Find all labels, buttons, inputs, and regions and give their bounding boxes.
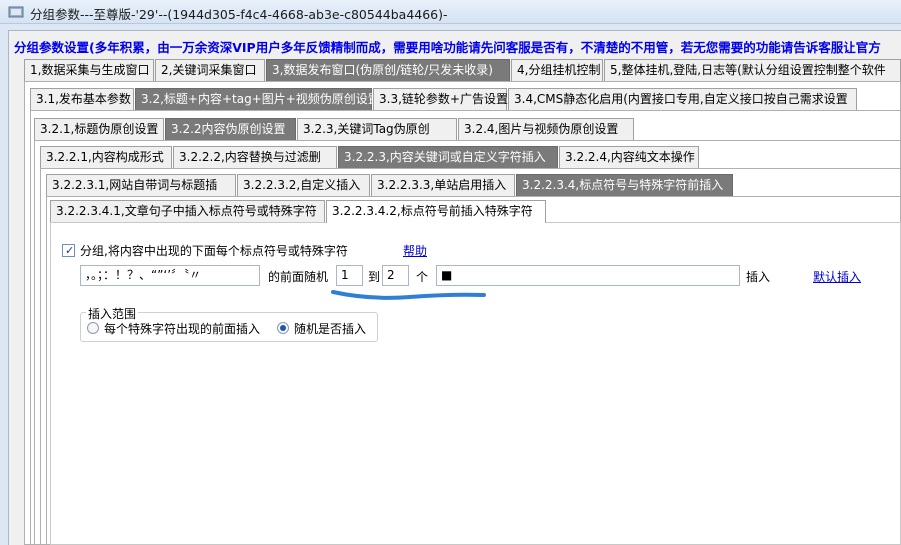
punctuation-input[interactable]: ，。；：！？、“”‘’〞〝〃: [80, 265, 260, 286]
tab-content-replace-filter[interactable]: 3.2.2.2,内容替换与过滤删: [173, 146, 337, 168]
tab-custom-insert[interactable]: 3.2.2.3.2,自定义插入: [237, 174, 370, 196]
tab-site-words-title-insert[interactable]: 3.2.2.3.1,网站自带词与标题插: [46, 174, 236, 196]
tab-keyword-tag-pseudo[interactable]: 3.2.3,关键词Tag伪原创: [297, 118, 457, 140]
insert-label: 插入: [746, 270, 771, 284]
tabs-level-3: 3.2.1,标题伪原创设置 3.2.2内容伪原创设置 3.2.3,关键词Tag伪…: [34, 118, 634, 140]
tab-plain-text-ops[interactable]: 3.2.2.4,内容纯文本操作: [559, 146, 699, 168]
app-icon: [8, 6, 24, 18]
tab-title-content-pseudo[interactable]: 3.2,标题+内容+tag+图片+视频伪原创设置: [135, 88, 380, 110]
tab-cms-static[interactable]: 3.4,CMS静态化启用(内置接口专用,自定义接口按自己需求设置: [508, 88, 857, 110]
title-bar: 分组参数---至尊版-'29'--(1944d305-f4c4-4668-ab3…: [0, 0, 901, 24]
tabs-level-4: 3.2.2.1,内容构成形式 3.2.2.2,内容替换与过滤删 3.2.2.3,…: [40, 146, 700, 168]
max-count-input[interactable]: 2: [382, 265, 409, 286]
tab-sentence-punct-insert[interactable]: 3.2.2.3.4.1,文章句子中插入标点符号或特殊字符: [50, 200, 325, 222]
tab-single-site-insert[interactable]: 3.2.2.3.3,单站启用插入: [371, 174, 515, 196]
help-link[interactable]: 帮助: [403, 242, 427, 259]
tab-punct-special-insert[interactable]: 3.2.2.3.4,标点符号与特殊字符前插入: [516, 174, 733, 196]
tab-title-pseudo[interactable]: 3.2.1,标题伪原创设置: [34, 118, 164, 140]
tab-keyword-insert[interactable]: 3.2.2.3,内容关键词或自定义字符插入: [338, 146, 558, 168]
tab-data-collection[interactable]: 1,数据采集与生成窗口: [24, 59, 154, 81]
default-insert-link[interactable]: 默认插入: [813, 268, 861, 285]
radio-random-insert[interactable]: [277, 322, 289, 334]
tab-content-structure[interactable]: 3.2.2.1,内容构成形式: [40, 146, 172, 168]
tabs-level-5: 3.2.2.3.1,网站自带词与标题插 3.2.2.3.2,自定义插入 3.2.…: [46, 174, 736, 196]
tab-global-hosting[interactable]: 5,整体挂机,登陆,日志等(默认分组设置控制整个软件: [604, 59, 901, 81]
tab-data-publish[interactable]: 3,数据发布窗口(伪原创/链轮/只发未收录): [266, 59, 510, 81]
radio-random-insert-label: 随机是否插入: [294, 322, 367, 336]
before-random-label: 的前面随机: [268, 270, 329, 284]
radio-each-occurrence-label: 每个特殊字符出现的前面插入: [104, 322, 261, 336]
tab-link-wheel-ads[interactable]: 3.3,链轮参数+广告设置: [373, 88, 508, 110]
tab-keyword-collection[interactable]: 2,关键词采集窗口: [155, 59, 265, 81]
tab-publish-basic[interactable]: 3.1,发布基本参数: [30, 88, 134, 110]
tab-group-control[interactable]: 4,分组挂机控制: [511, 59, 603, 81]
insert-chars-input[interactable]: ■: [436, 265, 740, 286]
window-title: 分组参数---至尊版-'29'--(1944d305-f4c4-4668-ab3…: [30, 7, 448, 22]
tab-before-punct-insert[interactable]: 3.2.2.3.4.2,标点符号前插入特殊字符: [326, 200, 546, 223]
enable-checkbox[interactable]: ✓: [62, 244, 75, 257]
unit-label: 个: [416, 270, 429, 284]
radio-each-occurrence[interactable]: [87, 322, 99, 334]
enable-checkbox-label: 分组,将内容中出现的下面每个标点符号或特殊字符: [80, 244, 348, 258]
min-count-input[interactable]: 1: [336, 265, 363, 286]
tabs-level-6: 3.2.2.3.4.1,文章句子中插入标点符号或特殊字符 3.2.2.3.4.2…: [50, 200, 550, 223]
tabs-level-1: 1,数据采集与生成窗口 2,关键词采集窗口 3,数据发布窗口(伪原创/链轮/只发…: [24, 59, 901, 81]
checkmark-icon: ✓: [65, 244, 75, 257]
tabs-level-2: 3.1,发布基本参数 3.2,标题+内容+tag+图片+视频伪原创设置 3.3,…: [30, 88, 860, 110]
blue-underline-annotation: [331, 290, 486, 300]
tab-image-video-pseudo[interactable]: 3.2.4,图片与视频伪原创设置: [458, 118, 634, 140]
tab-content-pseudo[interactable]: 3.2.2内容伪原创设置: [165, 118, 296, 140]
settings-banner: 分组参数设置(多年积累，由一万余资深VIP用户多年反馈精制而成，需要用啥功能请先…: [14, 40, 881, 55]
to-label: 到: [368, 270, 381, 284]
